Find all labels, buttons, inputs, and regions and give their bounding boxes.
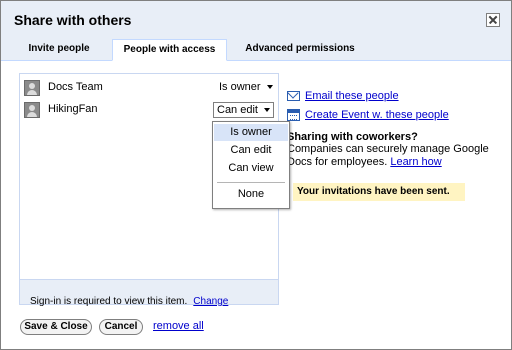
- signin-notice: Sign-in is required to view this item. Ch…: [30, 296, 228, 307]
- signin-text: Sign-in is required to view this item.: [30, 296, 188, 307]
- sharing-description: Companies can securely manage Google Doc…: [287, 143, 492, 169]
- share-dialog: Share with others Invite people People w…: [0, 0, 512, 350]
- role-select[interactable]: Can edit: [213, 102, 274, 118]
- person-row: Docs Team Is owner: [24, 78, 276, 98]
- mail-icon: [287, 91, 300, 101]
- role-dropdown-menu: Is owner Can edit Can view None: [212, 121, 290, 209]
- chevron-down-icon: [263, 108, 270, 113]
- learn-how-link[interactable]: Learn how: [390, 156, 441, 168]
- chevron-down-icon: [266, 85, 273, 90]
- close-icon[interactable]: [486, 13, 500, 27]
- tab-advanced-permissions[interactable]: Advanced permissions: [233, 39, 367, 59]
- person-name: HikingFan: [48, 103, 98, 115]
- menu-item-can-edit[interactable]: Can edit: [214, 142, 288, 159]
- invitation-sent-notice: Your invitations have been sent.: [293, 183, 465, 201]
- dialog-title: Share with others: [14, 12, 132, 28]
- event-link-label: Create Event w. these people: [305, 109, 449, 121]
- avatar: [24, 102, 40, 118]
- change-link[interactable]: Change: [193, 296, 228, 307]
- role-select[interactable]: Is owner: [216, 80, 276, 94]
- role-label: Is owner: [219, 81, 261, 93]
- person-row: HikingFan Can edit: [24, 100, 276, 120]
- role-label: Can edit: [217, 104, 258, 116]
- dialog-titlebar: Share with others: [1, 1, 511, 39]
- sharing-text: Companies can securely manage Google Doc…: [287, 143, 489, 168]
- tab-people-with-access[interactable]: People with access: [112, 39, 227, 61]
- menu-item-is-owner[interactable]: Is owner: [214, 124, 288, 141]
- sharing-heading: Sharing with coworkers?: [287, 131, 418, 143]
- calendar-icon: [287, 109, 300, 121]
- tab-strip: Invite people People with access Advance…: [1, 39, 511, 61]
- menu-item-none[interactable]: None: [214, 186, 288, 203]
- person-name: Docs Team: [48, 81, 103, 93]
- menu-divider: [217, 182, 285, 183]
- email-link-label: Email these people: [305, 90, 399, 102]
- remove-all-link[interactable]: remove all: [153, 320, 204, 332]
- avatar: [24, 80, 40, 96]
- save-close-button[interactable]: Save & Close: [20, 319, 92, 335]
- cancel-button[interactable]: Cancel: [99, 319, 143, 335]
- tab-invite-people[interactable]: Invite people: [9, 39, 109, 59]
- menu-item-can-view[interactable]: Can view: [214, 160, 288, 177]
